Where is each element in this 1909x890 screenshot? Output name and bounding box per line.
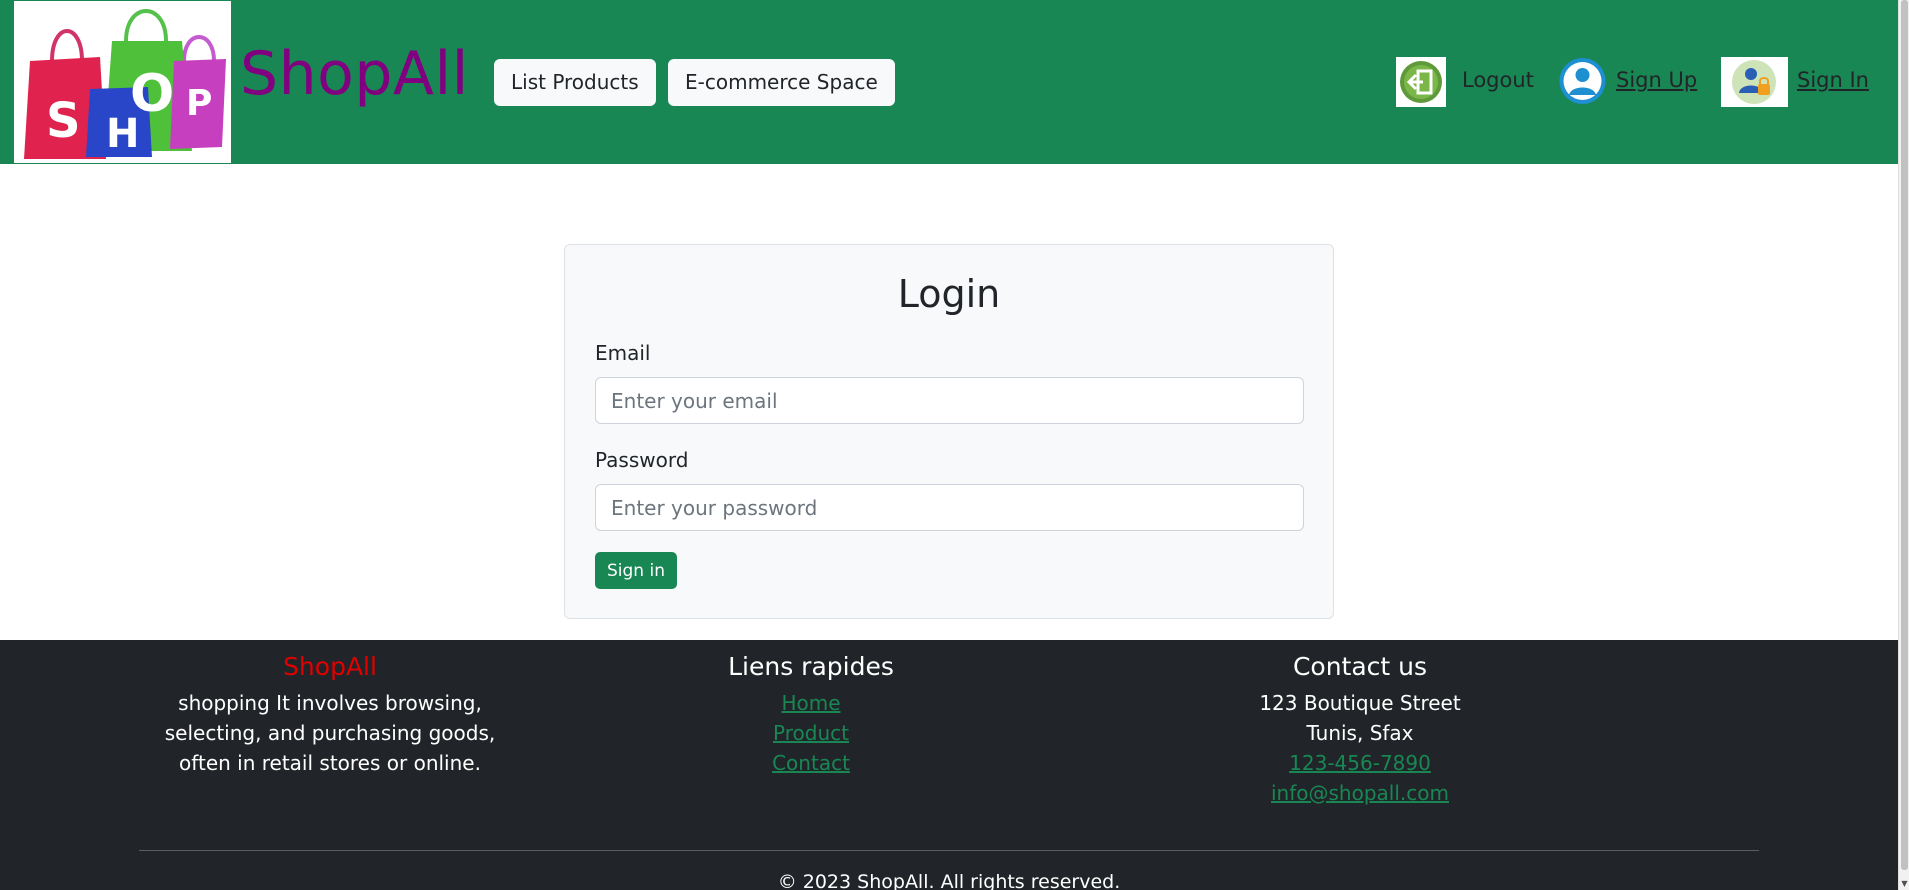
email-label: Email — [595, 341, 651, 365]
footer: ShopAll shopping It involves browsing, s… — [0, 640, 1898, 890]
scroll-down-arrow-icon[interactable]: ▼ — [1900, 879, 1909, 888]
footer-contact: Contact us 123 Boutique Street Tunis, Sf… — [1210, 650, 1510, 808]
user-icon[interactable] — [1559, 57, 1606, 105]
logout-icon[interactable] — [1396, 57, 1446, 107]
logout-link[interactable]: Logout — [1462, 64, 1534, 96]
sign-in-button[interactable]: Sign in — [595, 552, 677, 589]
ecommerce-space-button[interactable]: E-commerce Space — [668, 59, 895, 106]
login-title: Login — [897, 272, 1001, 316]
navbar: S H O P ShopAll List Products E-commerce… — [0, 0, 1898, 164]
contact-address-line: Tunis, Sfax — [1306, 721, 1414, 745]
footer-about: ShopAll shopping It involves browsing, s… — [140, 650, 520, 778]
sign-in-link[interactable]: Sign In — [1797, 64, 1869, 96]
user-lock-icon[interactable] — [1721, 57, 1788, 107]
footer-quick-links: Liens rapides Home Product Contact — [661, 650, 961, 778]
list-products-button[interactable]: List Products — [494, 59, 656, 106]
footer-about-line: often in retail stores or online. — [179, 751, 481, 775]
sign-up-link[interactable]: Sign Up — [1616, 64, 1697, 96]
footer-brand: ShopAll — [283, 652, 377, 681]
logo-letter-p: P — [186, 83, 212, 124]
footer-divider — [139, 850, 1759, 851]
email-field[interactable] — [595, 377, 1304, 424]
password-label: Password — [595, 448, 689, 472]
contact-heading: Contact us — [1292, 652, 1428, 681]
password-field[interactable] — [595, 484, 1304, 531]
page: S H O P ShopAll List Products E-commerce… — [0, 0, 1909, 890]
logo-letter-o: O — [130, 64, 174, 124]
footer-link-contact[interactable]: Contact — [661, 748, 961, 778]
contact-phone-link[interactable]: 123-456-7890 — [1210, 748, 1510, 778]
shopping-bags-logo-image: S H O P — [24, 9, 226, 159]
footer-link-product[interactable]: Product — [661, 718, 961, 748]
vertical-scrollbar[interactable]: ▼ — [1898, 0, 1909, 890]
footer-link-home[interactable]: Home — [661, 688, 961, 718]
logo-letter-s: S — [46, 93, 81, 149]
scrollbar-thumb[interactable] — [1901, 0, 1908, 870]
contact-email-link[interactable]: info@shopall.com — [1210, 778, 1510, 808]
footer-about-line: selecting, and purchasing goods, — [164, 721, 496, 745]
quick-links-heading: Liens rapides — [728, 652, 894, 681]
copyright-text: © 2023 ShopAll. All rights reserved. — [777, 871, 1121, 890]
shop-logo[interactable]: S H O P — [14, 1, 231, 163]
brand-name[interactable]: ShopAll — [240, 38, 469, 110]
contact-address-line: 123 Boutique Street — [1259, 691, 1461, 715]
login-card: Login Email Password Sign in — [564, 244, 1334, 619]
footer-about-line: shopping It involves browsing, — [178, 691, 482, 715]
